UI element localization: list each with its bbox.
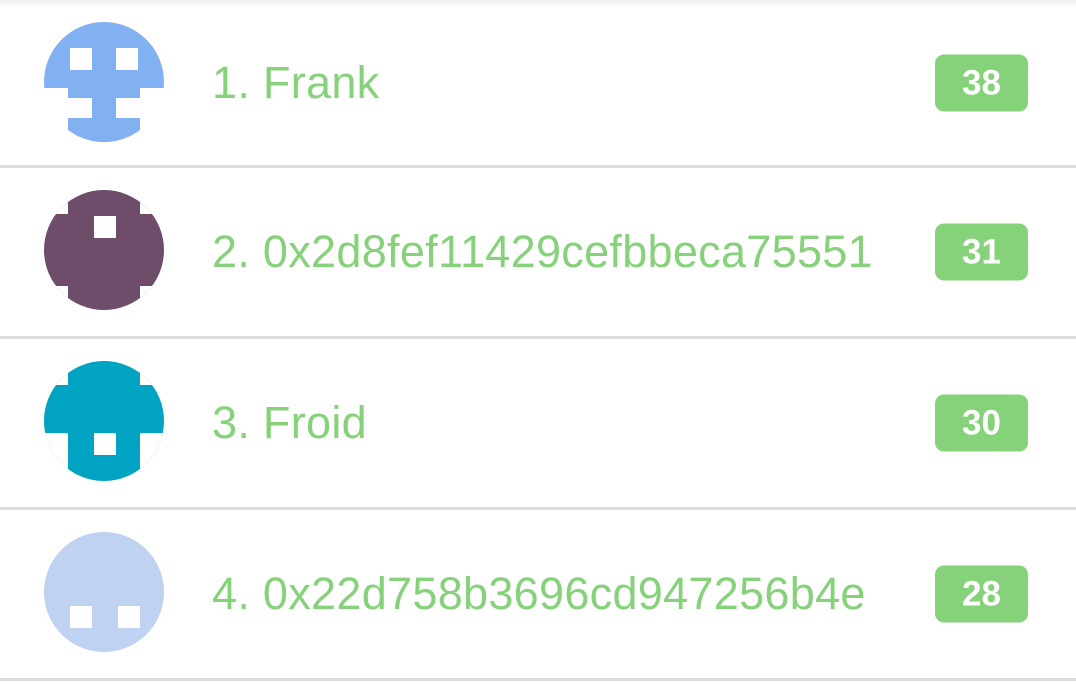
identicon-avatar-icon bbox=[44, 361, 164, 481]
leaderboard-row[interactable]: 1. Frank 38 bbox=[0, 0, 1076, 168]
player-name: 4. 0x22d758b3696cd947256b4e bbox=[212, 568, 866, 619]
score-badge: 30 bbox=[935, 394, 1028, 452]
leaderboard-row[interactable]: 2. 0x2d8fef11429cefbbeca75551 31 bbox=[0, 168, 1076, 339]
leaderboard-row[interactable]: 4. 0x22d758b3696cd947256b4e 28 bbox=[0, 510, 1076, 681]
leaderboard-list: 1. Frank 38 2. 0x2d8fef11429cefbbeca7555… bbox=[0, 0, 1076, 681]
leaderboard-row[interactable]: 3. Froid 30 bbox=[0, 339, 1076, 510]
score-badge: 38 bbox=[935, 54, 1028, 111]
player-name: 1. Frank bbox=[212, 56, 380, 108]
score-badge: 31 bbox=[935, 223, 1028, 281]
player-name: 2. 0x2d8fef11429cefbbeca75551 bbox=[212, 226, 873, 277]
player-name: 3. Froid bbox=[212, 397, 367, 448]
identicon-avatar-icon bbox=[44, 22, 164, 142]
identicon-avatar-icon bbox=[44, 190, 164, 310]
identicon-avatar-icon bbox=[44, 532, 164, 652]
score-badge: 28 bbox=[935, 565, 1028, 623]
